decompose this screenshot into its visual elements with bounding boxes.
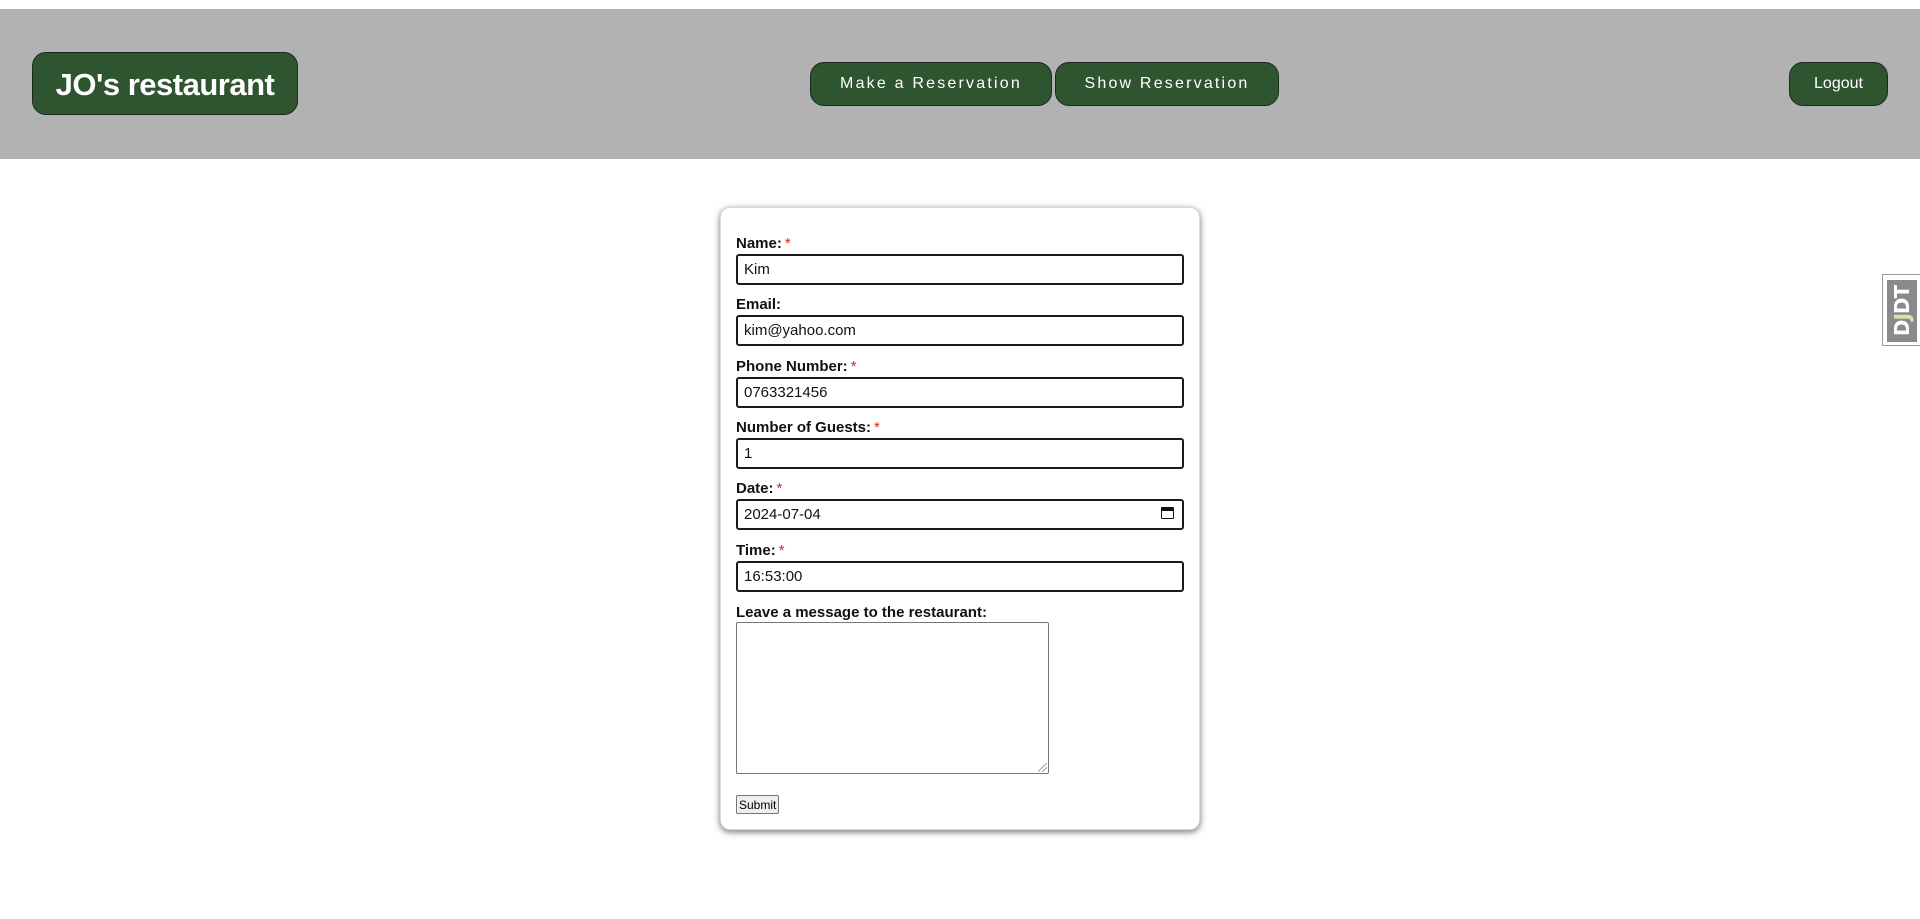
time-required-mark: * bbox=[778, 542, 785, 559]
time-label: Time: * bbox=[736, 542, 785, 559]
guests-label: Number of Guests: * bbox=[736, 419, 880, 436]
name-input[interactable] bbox=[736, 254, 1184, 285]
logout-button[interactable]: Logout bbox=[1789, 62, 1888, 106]
brand-logo-button[interactable]: JO's restaurant bbox=[32, 52, 298, 115]
submit-button[interactable]: Submit bbox=[736, 795, 780, 814]
djdt-d: D bbox=[1890, 320, 1914, 337]
date-label: Date: * bbox=[736, 480, 782, 497]
textarea-resize-handle[interactable] bbox=[1038, 763, 1047, 772]
djdt-j: J bbox=[1890, 314, 1914, 321]
name-required-mark: * bbox=[784, 235, 791, 252]
message-textarea[interactable] bbox=[736, 622, 1049, 774]
django-debug-toolbar-handle[interactable]: DJDT bbox=[1882, 274, 1920, 346]
make-reservation-button[interactable]: Make a Reservation bbox=[810, 62, 1052, 106]
guests-input[interactable] bbox=[736, 438, 1184, 469]
name-label: Name: * bbox=[736, 235, 791, 252]
time-input[interactable] bbox=[736, 561, 1184, 592]
guests-required-mark: * bbox=[874, 419, 880, 436]
djdt-logo: DJDT bbox=[1887, 280, 1917, 342]
name-label-text: Name: bbox=[736, 235, 782, 252]
show-reservation-button[interactable]: Show Reservation bbox=[1055, 62, 1279, 106]
message-label-text: Leave a message to the restaurant: bbox=[736, 604, 987, 621]
phone-input[interactable] bbox=[736, 377, 1184, 408]
message-label: Leave a message to the restaurant: bbox=[736, 604, 987, 621]
date-field bbox=[736, 499, 1184, 530]
time-label-text: Time: bbox=[736, 542, 776, 559]
guests-label-text: Number of Guests: bbox=[736, 419, 872, 436]
reservation-form-card: Name:* Email: Phone Number:* Number of G… bbox=[720, 207, 1200, 830]
email-label: Email: bbox=[736, 296, 781, 313]
phone-label-text: Phone Number: bbox=[736, 358, 848, 375]
top-strip bbox=[0, 0, 1920, 9]
navbar: JO's restaurant Make a Reservation Show … bbox=[0, 9, 1920, 159]
date-label-text: Date: bbox=[736, 480, 774, 497]
email-label-text: Email: bbox=[736, 296, 782, 313]
calendar-icon[interactable] bbox=[1161, 507, 1174, 519]
phone-required-mark: * bbox=[850, 358, 857, 375]
email-input[interactable] bbox=[736, 315, 1184, 346]
djdt-dt: DT bbox=[1890, 285, 1914, 315]
date-required-mark: * bbox=[776, 480, 783, 497]
date-input[interactable] bbox=[736, 499, 1184, 530]
phone-label: Phone Number: * bbox=[736, 358, 857, 375]
